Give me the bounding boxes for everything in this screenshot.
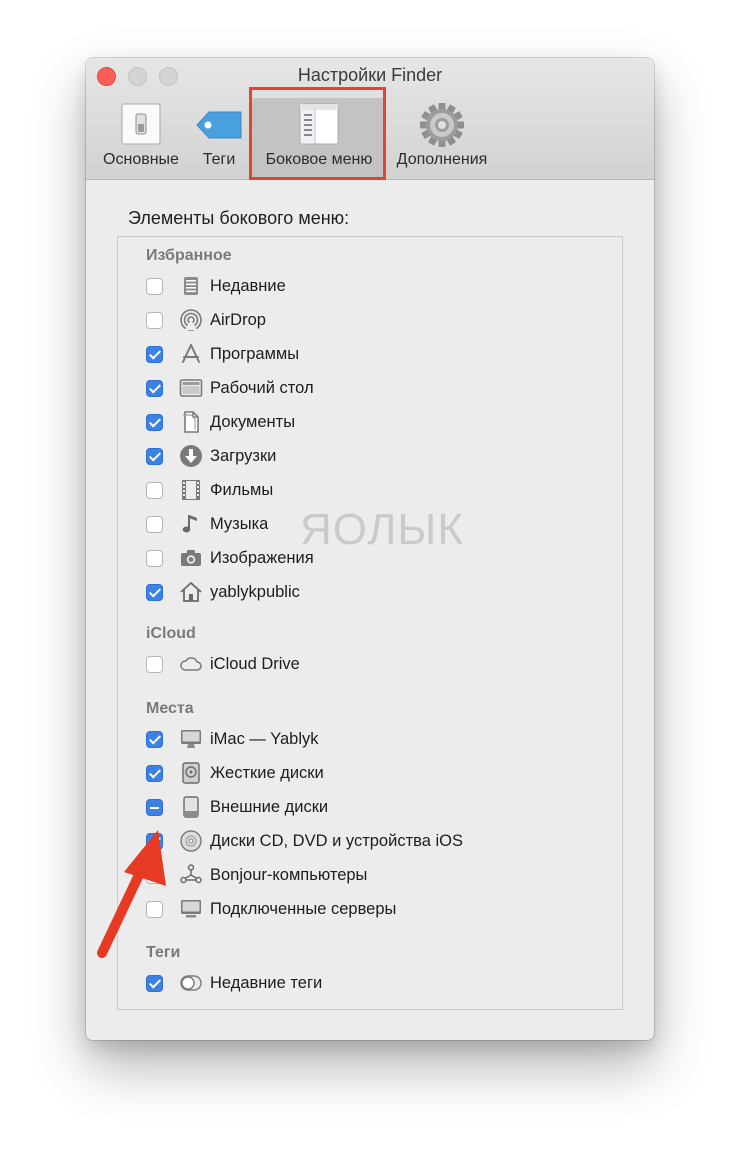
bonjour-icon [180,864,202,884]
list-item-bonjour[interactable]: Bonjour-компьютеры [146,862,606,890]
icloud-drive-label: iCloud Drive [210,655,300,673]
downloads-icon [180,445,202,467]
list-item-desktop[interactable]: Рабочий стол [146,375,606,403]
recent-tags-label: Недавние теги [210,974,323,992]
checkbox-home[interactable] [146,584,163,601]
general-switch-icon [121,103,161,145]
list-item-home[interactable]: yablykpublic [146,579,606,607]
list-item-connected-servers[interactable]: Подключенные серверы [146,896,606,924]
server-icon [181,900,201,918]
tab-advanced-label: Дополнения [396,151,488,168]
sidebar-items-heading: Элементы бокового меню: [128,208,350,228]
checkbox-desktop[interactable] [146,380,163,397]
hard-disks-label: Жесткие диски [210,764,324,782]
list-item-external-disks[interactable]: Внешние диски [146,794,606,822]
window-title: Настройки Finder [297,65,443,85]
external-disk-icon [183,796,199,818]
tab-advanced[interactable]: Дополнения [390,98,494,179]
list-item-cd-dvd[interactable]: Диски CD, DVD и устройства iOS [146,828,606,856]
documents-icon [183,411,199,433]
checkbox-downloads[interactable] [146,448,163,465]
group-title-favorites: Избранное [146,247,232,264]
tab-sidebar-label: Боковое меню [265,151,373,168]
checkbox-recents[interactable] [146,278,163,295]
movies-label: Фильмы [210,481,274,499]
checkbox-icloud-drive[interactable] [146,656,163,673]
checkbox-external-disks[interactable] [146,799,163,816]
desktop-label: Рабочий стол [210,379,314,397]
checkbox-hard-disks[interactable] [146,765,163,782]
toolbar: Настройки Finder Основные Теги Боковое м… [86,58,654,180]
external-disks-label: Внешние диски [210,798,329,816]
list-item-imac[interactable]: iMac — Yablyk [146,726,606,754]
group-title-locations: Места [146,700,194,717]
checkbox-imac[interactable] [146,731,163,748]
checkbox-airdrop[interactable] [146,312,163,329]
red-arrow-annotation [97,830,166,958]
bonjour-label: Bonjour-компьютеры [210,866,368,884]
sidebar-icon [299,103,339,145]
tag-icon [196,111,242,139]
tab-general-label: Основные [103,151,179,168]
checkbox-documents[interactable] [146,414,163,431]
airdrop-icon [180,309,202,331]
tab-tags-label: Теги [202,151,236,168]
pictures-label: Изображения [210,549,314,567]
imac-icon [181,730,201,748]
movies-icon [182,480,200,500]
tab-general[interactable]: Основные [94,98,188,179]
cloud-icon [180,657,202,671]
checkbox-applications[interactable] [146,346,163,363]
connected-servers-label: Подключенные серверы [210,900,397,918]
list-item-movies[interactable]: Фильмы [146,477,606,505]
recents-icon [184,277,198,295]
group-title-icloud: iCloud [146,625,196,642]
home-label: yablykpublic [210,583,300,601]
checkbox-pictures[interactable] [146,550,163,567]
tab-tags[interactable]: Теги [190,98,248,179]
imac-label: iMac — Yablyk [210,730,319,748]
checkbox-recent-tags[interactable] [146,975,163,992]
list-item-recents[interactable]: Недавние [146,273,606,301]
recents-label: Недавние [210,277,286,295]
gear-icon [420,103,464,147]
music-label: Музыка [210,515,269,533]
pictures-icon [181,550,201,566]
checkbox-music[interactable] [146,516,163,533]
list-item-downloads[interactable]: Загрузки [146,443,606,471]
checkbox-movies[interactable] [146,482,163,499]
applications-icon [182,344,200,363]
applications-label: Программы [210,345,300,363]
cd-dvd-label: Диски CD, DVD и устройства iOS [210,832,463,850]
home-icon [180,581,202,602]
tag-circle-icon [180,975,202,991]
watermark-logo: ЯОЛЫК [300,505,464,554]
music-icon [182,515,197,533]
hard-disk-icon [182,762,200,784]
list-item-recent-tags[interactable]: Недавние теги [146,970,606,998]
desktop-icon [179,379,203,397]
list-item-icloud-drive[interactable]: iCloud Drive [146,651,606,679]
list-item-hard-disks[interactable]: Жесткие диски [146,760,606,788]
airdrop-label: AirDrop [210,311,266,329]
downloads-label: Загрузки [210,447,277,465]
list-item-airdrop[interactable]: AirDrop [146,307,606,335]
list-item-documents[interactable]: Документы [146,409,606,437]
cd-dvd-icon [180,830,202,852]
tab-sidebar[interactable]: Боковое меню [252,98,386,179]
documents-label: Документы [210,413,296,431]
list-item-applications[interactable]: Программы [146,341,606,369]
